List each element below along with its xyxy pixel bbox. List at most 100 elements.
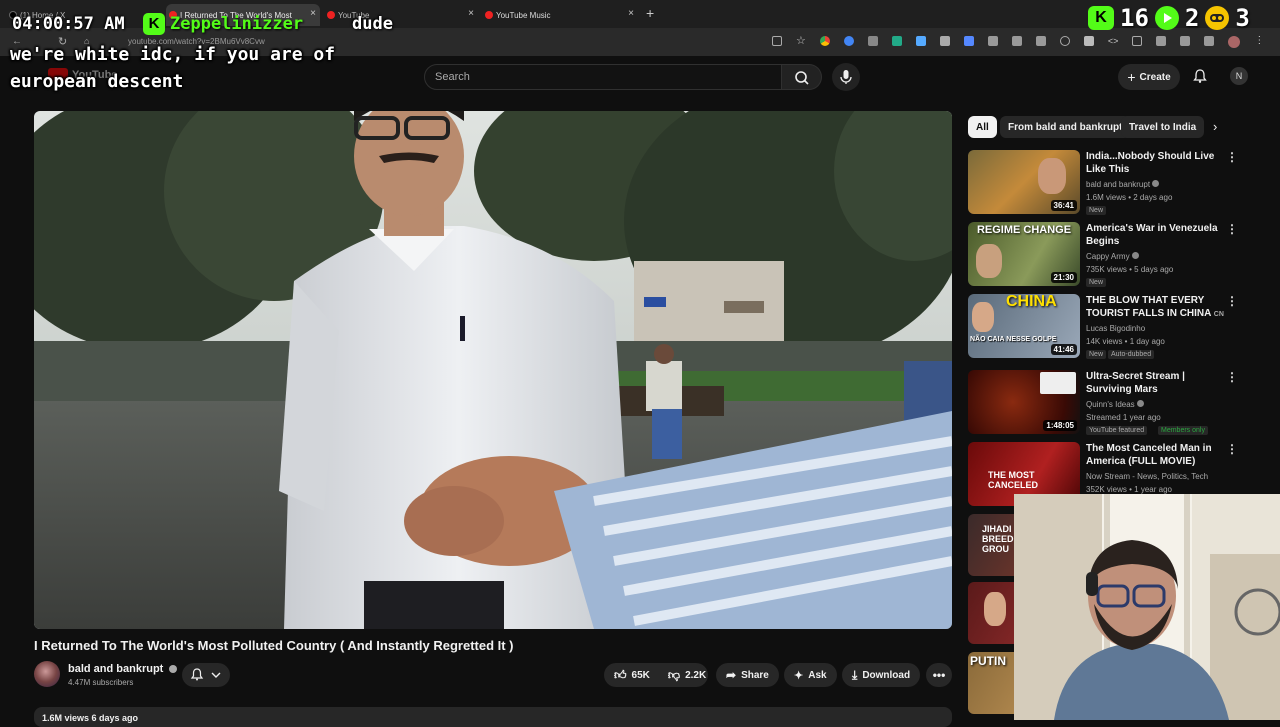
video-thumbnail[interactable]: REGIME CHANGE 21:30	[968, 222, 1080, 286]
extension-glasses-icon[interactable]	[867, 36, 878, 46]
video-thumbnail[interactable]: CHINA NÃO CAIA NESSE GOLPE 41:46	[968, 294, 1080, 358]
channel-text: Cappy Army	[1086, 252, 1130, 261]
recommendation-channel[interactable]: Quinn's Ideas	[1086, 400, 1144, 409]
video-player[interactable]	[34, 111, 952, 629]
play-icon	[1154, 6, 1179, 30]
new-tab-button[interactable]: +	[646, 5, 654, 21]
chat-message-line2: we're white idc, if you are of	[10, 44, 336, 65]
members-only-badge: Members only	[1158, 426, 1208, 435]
close-tab-icon[interactable]: ×	[468, 8, 474, 19]
notifications-bell-icon[interactable]	[1192, 68, 1208, 84]
extension-list-icon[interactable]	[1204, 36, 1215, 46]
more-vertical-icon[interactable]: ⋮	[1226, 370, 1238, 384]
more-vertical-icon[interactable]: ⋮	[1226, 150, 1238, 164]
kick-icon: K	[1088, 6, 1114, 30]
auto-dubbed-badge: Auto-dubbed	[1108, 350, 1155, 359]
video-thumbnail[interactable]: 36:41	[968, 150, 1080, 214]
more-actions-button[interactable]: •••	[926, 663, 952, 687]
extension-shield-icon[interactable]	[915, 36, 926, 46]
chip-travel-india[interactable]: Travel to India	[1121, 116, 1205, 138]
channel-name[interactable]: bald and bankrupt	[68, 663, 178, 675]
downloads-icon[interactable]	[1180, 36, 1191, 46]
sidebar-icon[interactable]	[1132, 36, 1143, 46]
subscribed-notifications-button[interactable]	[182, 663, 230, 687]
like-count[interactable]: 65K	[632, 670, 650, 681]
account-avatar[interactable]: N	[1230, 67, 1248, 85]
more-vertical-icon[interactable]: ⋮	[1226, 222, 1238, 236]
voice-search-button[interactable]	[832, 63, 860, 91]
history-icon[interactable]	[1059, 36, 1070, 46]
extension-puzzle-icon[interactable]	[1035, 36, 1046, 46]
more-vertical-icon[interactable]: ⋮	[1226, 294, 1238, 308]
recommendation-title[interactable]: The Most Canceled Man in America (FULL M…	[1086, 442, 1226, 468]
channel-avatar[interactable]	[34, 661, 60, 687]
profile-avatar-icon[interactable]	[1228, 36, 1241, 48]
tab-youtube[interactable]: YouTube ×	[324, 4, 478, 26]
recommendation-item[interactable]: CHINA NÃO CAIA NESSE GOLPE 41:46 THE BLO…	[968, 294, 1268, 359]
thumbnail-text: THE MOST CANCELED	[988, 470, 1039, 490]
extension-tools-icon[interactable]	[1011, 36, 1022, 46]
bookmark-star-icon[interactable]: ☆	[796, 36, 806, 48]
recommendation-channel[interactable]: Cappy Army	[1086, 252, 1139, 261]
verified-icon	[1136, 400, 1144, 407]
extension-wave-icon[interactable]	[963, 36, 974, 46]
chevron-right-icon[interactable]: ›	[1213, 119, 1217, 134]
chrome-extension-icon[interactable]	[819, 36, 830, 46]
screen-share-icon[interactable]	[772, 36, 782, 46]
channel-text: bald and bankrupt	[1086, 180, 1151, 189]
extension-settings-icon[interactable]	[1083, 36, 1094, 46]
share-button[interactable]: ➦ Share	[716, 663, 779, 687]
subscriber-count: 4.47M subscribers	[68, 678, 134, 687]
play-viewer-count: 2	[1184, 4, 1200, 32]
video-duration: 41:46	[1050, 344, 1077, 355]
featured-badge: YouTube featured	[1086, 426, 1148, 435]
close-tab-icon[interactable]: ×	[628, 8, 634, 19]
recommendation-channel[interactable]: Now Stream - News, Politics, Tech	[1086, 472, 1208, 481]
extension-box-icon[interactable]	[987, 36, 998, 46]
code-icon[interactable]: <>	[1108, 36, 1119, 48]
recommendation-item[interactable]: 1:48:05 Ultra-Secret Stream | Surviving …	[968, 370, 1268, 435]
microphone-icon	[840, 70, 852, 84]
like-dislike-group: 👍︎ 65K 👎︎ 2.2K	[604, 663, 708, 687]
thumbnail-text: CHINA	[1006, 294, 1057, 310]
recommendation-item[interactable]: REGIME CHANGE 21:30 America's War in Ven…	[968, 222, 1268, 287]
views-and-date[interactable]: 1.6M views 6 days ago	[34, 707, 952, 727]
extension-media-icon[interactable]	[1156, 36, 1167, 46]
kick-logo-icon: K	[143, 13, 165, 35]
new-badge: New	[1086, 278, 1107, 287]
dislike-count[interactable]: 2.2K	[685, 670, 706, 681]
close-tab-icon[interactable]: ×	[310, 8, 316, 19]
video-thumbnail[interactable]: 1:48:05	[968, 370, 1080, 434]
search-button[interactable]	[782, 64, 822, 90]
download-icon: ⤓	[852, 667, 858, 682]
channel-name-text: bald and bankrupt	[68, 663, 164, 675]
title-text: THE BLOW THAT EVERY TOURIST FALLS IN CHI…	[1086, 295, 1211, 319]
like-icon[interactable]: 👍︎	[614, 668, 627, 683]
recommendation-channel[interactable]: bald and bankrupt	[1086, 180, 1160, 189]
recommendation-title[interactable]: Ultra-Secret Stream | Surviving Mars	[1086, 370, 1226, 396]
download-label: Download	[862, 669, 911, 681]
chip-all[interactable]: All	[968, 116, 997, 138]
recommendation-title[interactable]: THE BLOW THAT EVERY TOURIST FALLS IN CHI…	[1086, 294, 1226, 321]
ask-button[interactable]: ✦ Ask	[784, 663, 837, 687]
extension-grey-icon[interactable]	[939, 36, 950, 46]
chip-from-channel[interactable]: From bald and bankrupt	[1000, 116, 1131, 138]
download-button[interactable]: ⤓ Download	[842, 663, 921, 687]
extension-green-icon[interactable]	[891, 36, 902, 46]
browser-menu-icon[interactable]: ⋮	[1254, 36, 1264, 48]
recommendation-title[interactable]: India...Nobody Should Live Like This	[1086, 150, 1226, 176]
webcam-overlay	[1014, 494, 1280, 720]
recommendation-title[interactable]: America's War in Venezuela Begins	[1086, 222, 1226, 248]
kick-viewer-count: 16	[1120, 4, 1149, 32]
extension-blue-icon[interactable]	[843, 36, 854, 46]
chat-message-line1: dude	[352, 14, 393, 34]
more-vertical-icon[interactable]: ⋮	[1226, 442, 1238, 456]
recommendation-item[interactable]: 36:41 India...Nobody Should Live Like Th…	[968, 150, 1268, 215]
dislike-icon[interactable]: 👎︎	[668, 668, 680, 683]
recommendation-channel[interactable]: Lucas Bigodinho	[1086, 324, 1145, 333]
thumbnail-subtext: NÃO CAIA NESSE GOLPE	[970, 336, 1057, 343]
tab-youtube-music[interactable]: YouTube Music ×	[482, 4, 638, 26]
search-input[interactable]: Search	[424, 64, 782, 90]
create-button[interactable]: + Create	[1118, 64, 1180, 90]
share-label: Share	[741, 669, 769, 681]
